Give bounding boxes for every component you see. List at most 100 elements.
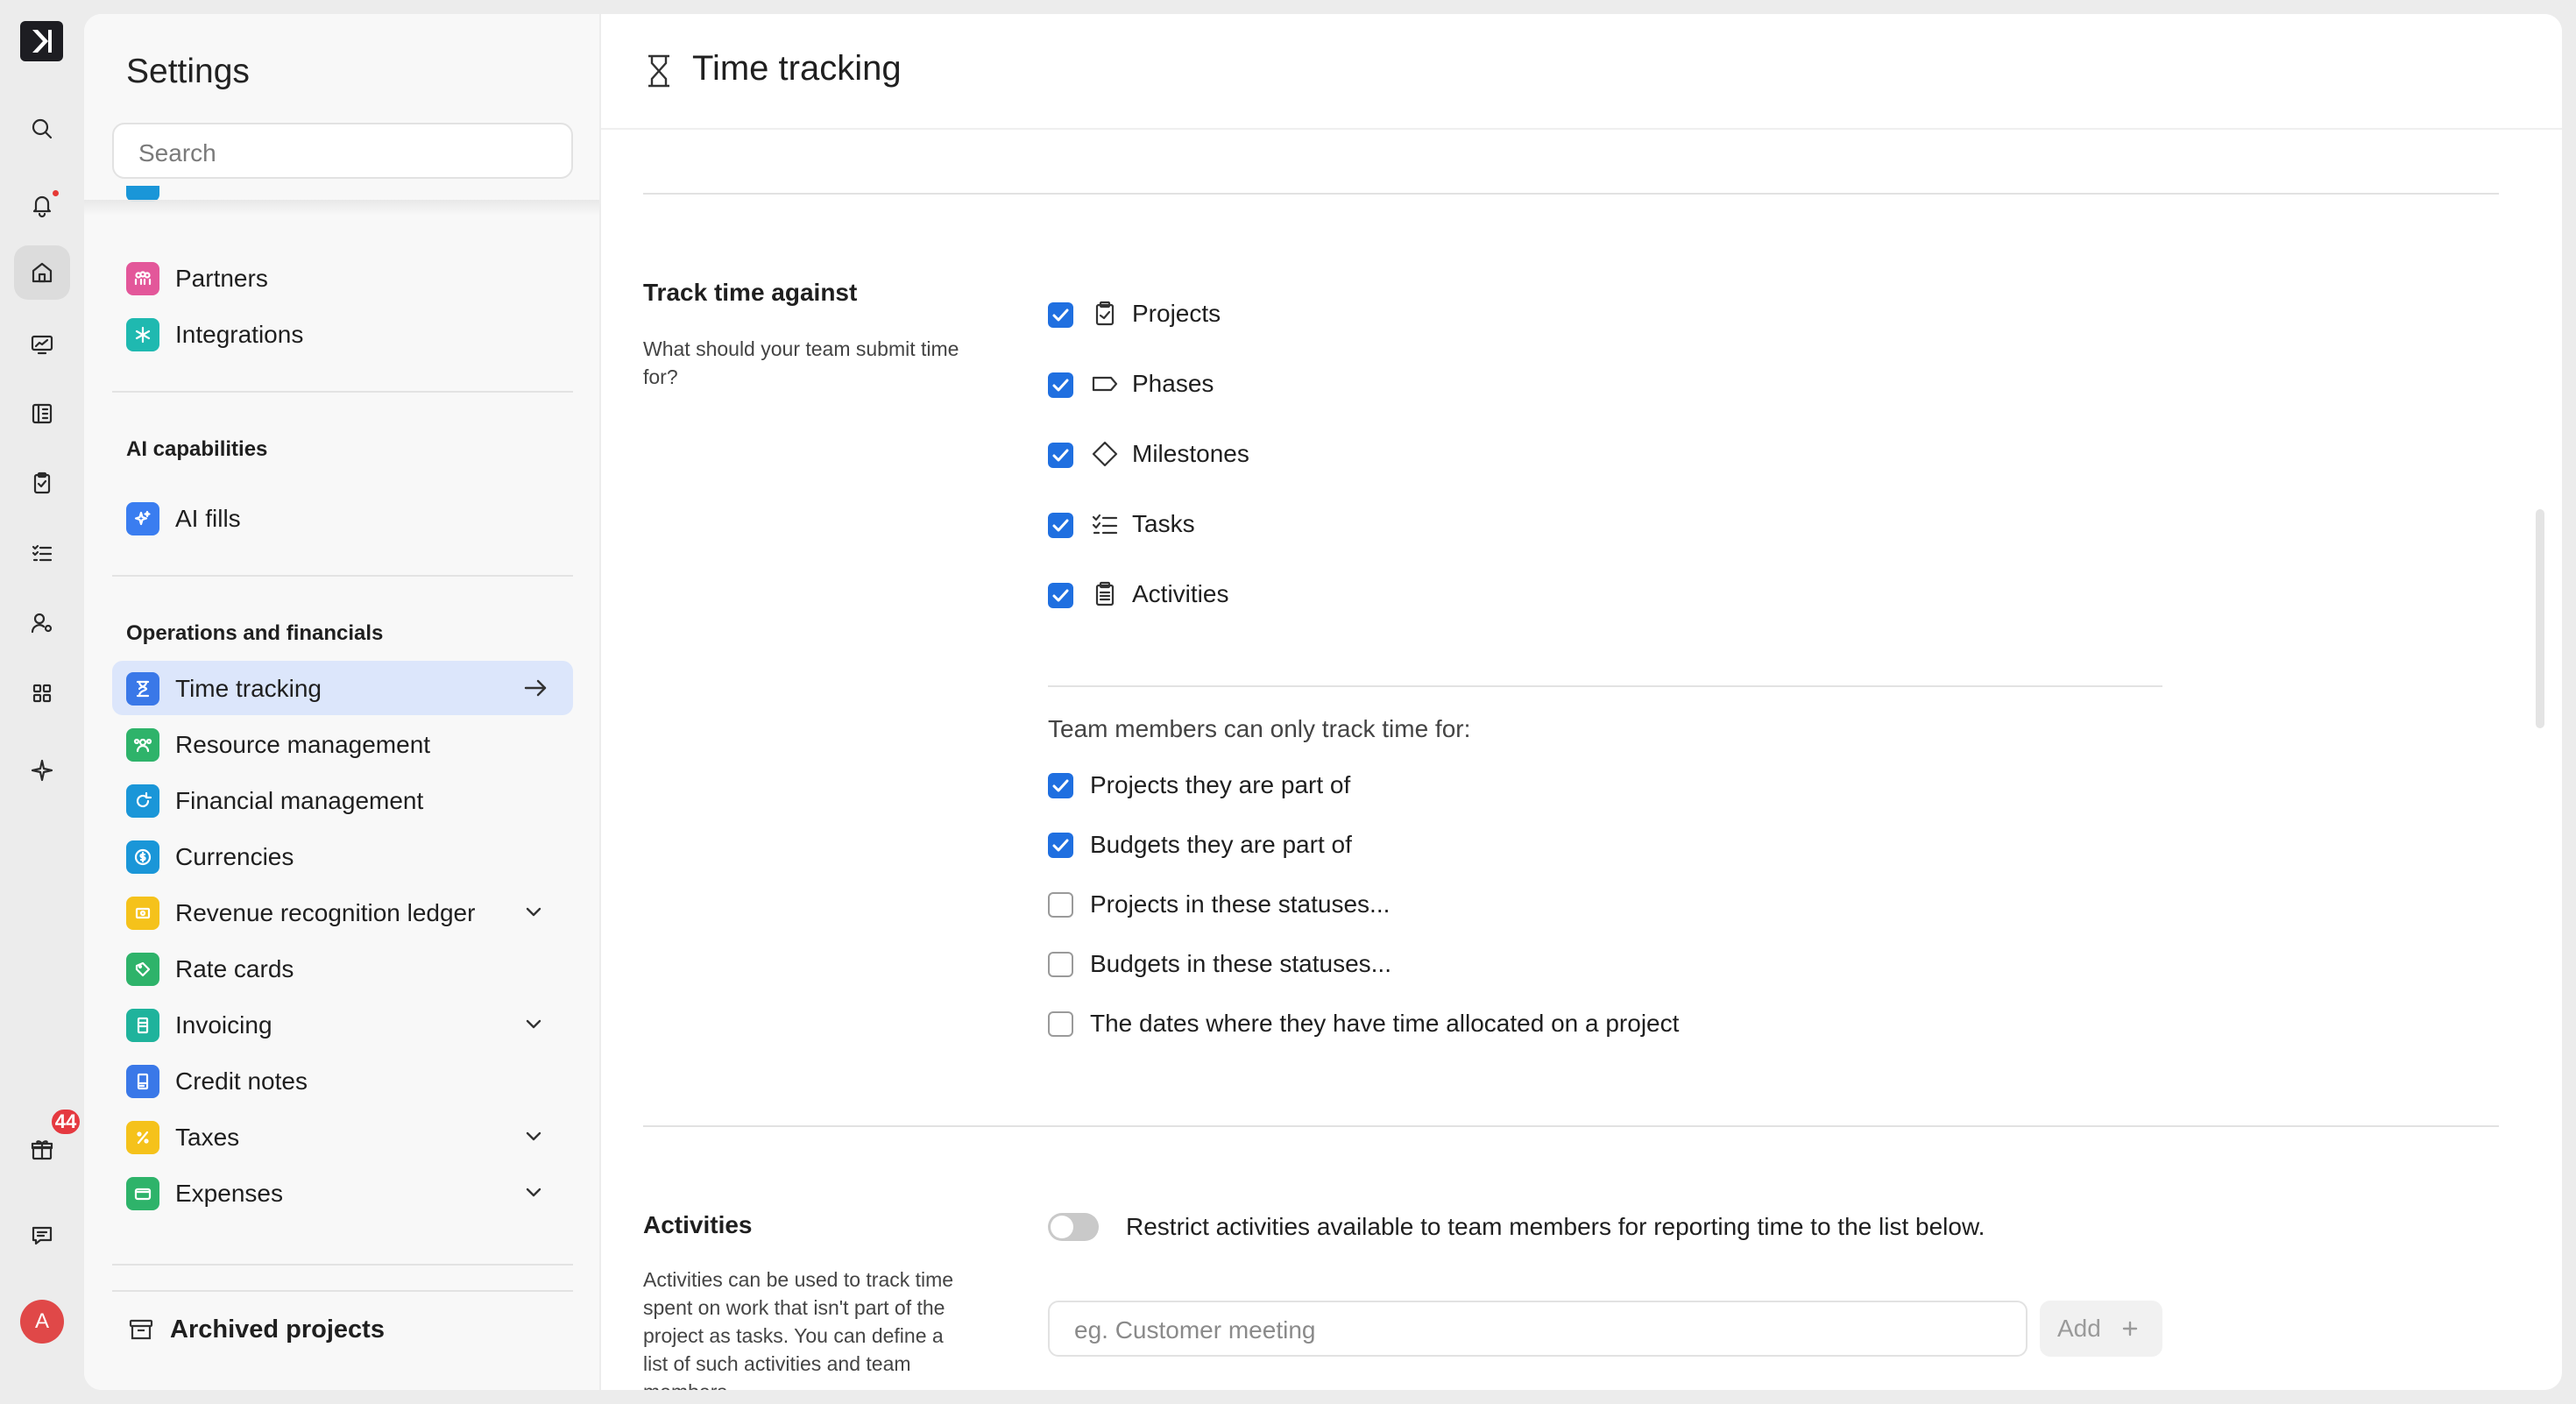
chevron-down-icon[interactable] [519,897,548,927]
sidebar-item-invoicing[interactable]: Invoicing [112,997,573,1052]
clipboard-check-icon[interactable] [14,456,70,510]
chevron-down-icon[interactable] [519,1010,548,1039]
people-icon [126,262,159,295]
tag-icon [126,953,159,986]
sidebar-item-label: Financial management [175,787,424,814]
diamond-icon [1090,439,1120,469]
checklist-icon[interactable] [14,526,70,580]
bell-icon[interactable] [14,178,70,232]
clipboard-list-icon [1090,579,1120,609]
chevron-down-icon[interactable] [519,1178,548,1208]
sidebar-item-label: Partners [175,265,268,292]
add-activity-button[interactable]: Add [2040,1301,2162,1357]
avatar[interactable]: A [20,1300,64,1344]
sparkle-icon[interactable] [14,743,70,798]
task-list-icon [1090,509,1120,539]
section-operations-financials: Operations and financials [126,621,384,645]
invoice-icon [126,1009,159,1042]
sidebar-item-label: Resource management [175,731,431,758]
gift-badge: 44 [49,1107,82,1137]
track-item-label: Activities [1132,580,1229,607]
team-icon [126,728,159,762]
sidebar-item-time-tracking[interactable]: Time tracking [112,661,573,715]
sidebar-item-label: Taxes [175,1124,240,1151]
sidebar-item-label: Integrations [175,321,304,348]
page-header: Time tracking [601,14,2562,130]
refresh-icon [126,784,159,818]
checkbox-projects-statuses[interactable] [1048,892,1073,918]
tag-outline-icon [1090,369,1120,399]
sidebar-item-label: AI fills [175,505,241,532]
restrict-item-label: Budgets in these statuses... [1090,950,1391,977]
checkbox-tasks[interactable] [1048,513,1073,538]
plus-icon [2122,1321,2138,1337]
checkbox-projects-part-of[interactable] [1048,773,1073,798]
sidebar-item-integrations[interactable]: Integrations [112,307,573,361]
grid-icon[interactable] [14,666,70,720]
checkbox-budgets-statuses[interactable] [1048,952,1073,977]
sidebar-divider [112,391,573,393]
gift-icon[interactable]: 44 [14,1107,82,1177]
scrollbar[interactable] [2536,509,2544,728]
search-icon[interactable] [14,102,70,156]
activities-title: Activities [643,1211,753,1238]
sidebar-divider [112,1290,573,1292]
page-title: Time tracking [692,49,902,88]
main-card: Settings Search Partners Integrations AI… [84,14,2562,1390]
sidebar-divider [112,1264,573,1266]
checkbox-budgets-part-of[interactable] [1048,833,1073,858]
restrict-item-label: Budgets they are part of [1090,831,1352,858]
track-time-desc: What should your team submit time for? [643,337,959,388]
user-gear-icon[interactable] [14,596,70,650]
archived-projects-link[interactable]: Archived projects [126,1315,385,1344]
add-label: Add [2057,1315,2101,1342]
clipboard-icon [1090,299,1120,329]
sidebar-item-partners[interactable]: Partners [112,251,573,305]
sidebar-item-ai-fills[interactable]: AI fills [112,491,573,545]
icon-rail: 44 A [0,0,84,1404]
app-logo[interactable] [20,21,63,61]
section-divider [643,1125,2499,1127]
track-item-label: Phases [1132,370,1214,397]
sidebar-item-resource-management[interactable]: Resource management [112,717,573,771]
sidebar-item-taxes[interactable]: Taxes [112,1110,573,1164]
restrict-activities-toggle[interactable] [1048,1213,1099,1241]
snowflake-icon [126,318,159,351]
monitor-chart-icon[interactable] [14,317,70,372]
hourglass-icon [126,672,159,706]
coin-icon [126,840,159,874]
subsection-divider [1048,685,2162,687]
checkbox-allocated-dates[interactable] [1048,1011,1073,1037]
archived-label: Archived projects [170,1315,385,1344]
sparkles-icon [126,502,159,535]
activity-input[interactable]: eg. Customer meeting [1048,1301,2028,1357]
sidebar-item-financial-management[interactable]: Financial management [112,773,573,827]
home-icon[interactable] [14,245,70,300]
chevron-down-icon[interactable] [519,1122,548,1152]
archive-icon [129,1319,153,1340]
chat-icon[interactable] [14,1208,70,1262]
sidebar-item-expenses[interactable]: Expenses [112,1166,573,1220]
building-icon[interactable] [14,386,70,441]
sidebar-item-credit-notes[interactable]: Credit notes [112,1053,573,1108]
checkbox-phases[interactable] [1048,372,1073,398]
scroll-shadow [84,200,599,216]
sidebar-title: Settings [126,53,250,90]
track-item-label: Projects [1132,300,1221,327]
wallet-icon [126,1177,159,1210]
sidebar-item-label: Time tracking [175,675,322,702]
checkbox-milestones[interactable] [1048,443,1073,468]
sidebar-item-label: Invoicing [175,1011,272,1039]
sidebar-item-revenue-recognition-ledger[interactable]: Revenue recognition ledger [112,885,573,940]
checkbox-projects[interactable] [1048,302,1073,328]
sidebar-item-currencies[interactable]: Currencies [112,829,573,883]
checkbox-activities[interactable] [1048,583,1073,608]
restrict-heading: Team members can only track time for: [1048,715,1471,742]
sidebar-item-rate-cards[interactable]: Rate cards [112,941,573,996]
search-input[interactable]: Search [112,123,573,179]
notification-dot [51,188,60,198]
section-divider [643,193,2499,195]
track-item-label: Tasks [1132,510,1195,537]
restrict-item-label: Projects in these statuses... [1090,890,1391,918]
track-time-title: Track time against [643,279,858,306]
